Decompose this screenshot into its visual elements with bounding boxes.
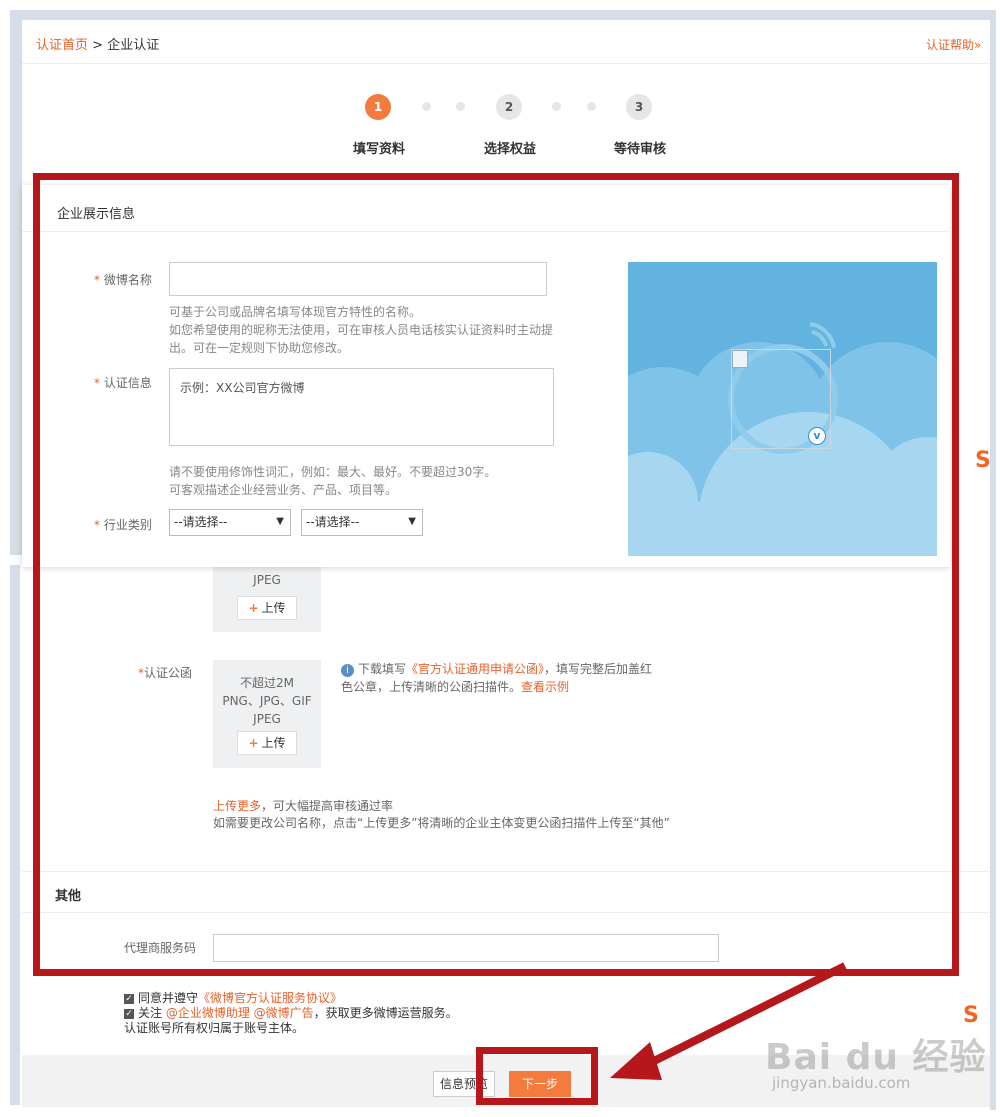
step-1-label: 填写资料 <box>353 142 406 157</box>
step-2-indicator: 2 <box>496 94 522 120</box>
breadcrumb-home-link[interactable]: 认证首页 <box>36 38 88 53</box>
annotation-button-box <box>476 1047 598 1105</box>
baidu-watermark-url: jingyan.baidu.com <box>772 1074 911 1092</box>
step-3-label: 等待审核 <box>614 142 667 157</box>
window-frame-left-lower <box>10 565 20 1105</box>
window-frame-left <box>10 20 22 555</box>
baidu-watermark-logo: Bai du 经验 <box>765 1037 987 1078</box>
sogou-logo-icon: S <box>963 1003 979 1028</box>
service-agreement-link[interactable]: 《微博官方认证服务协议》 <box>198 991 342 1005</box>
agree-checkbox[interactable]: ✓ <box>124 993 134 1004</box>
follow-row: ✓ 关注 @企业微博助理 @微博广告，获取更多微博运营服务。 <box>124 1006 458 1020</box>
step-connector-dot <box>456 102 465 111</box>
step-2-label: 选择权益 <box>484 142 537 157</box>
window-frame-top <box>10 10 990 20</box>
window-frame-right <box>990 10 996 1110</box>
agreements: ✓ 同意并遵守《微博官方认证服务协议》 ✓ 关注 @企业微博助理 @微博广告，获取更… <box>124 991 458 1036</box>
breadcrumb-separator: > <box>88 38 108 53</box>
step-1-indicator: 1 <box>365 94 391 120</box>
step-connector-dot <box>587 102 596 111</box>
header-divider <box>22 63 990 64</box>
ownership-note: 认证账号所有权归属于账号主体。 <box>124 1021 305 1035</box>
follow-accounts-link[interactable]: @企业微博助理 @微博广告 <box>166 1006 314 1020</box>
step-connector-dot <box>422 102 431 111</box>
agree-row: ✓ 同意并遵守《微博官方认证服务协议》 <box>124 991 343 1005</box>
breadcrumb: 认证首页 > 企业认证 <box>36 34 159 53</box>
follow-checkbox[interactable]: ✓ <box>124 1008 134 1019</box>
annotation-highlight-box <box>33 173 959 976</box>
help-link[interactable]: 认证帮助» <box>926 36 981 53</box>
step-3-indicator: 3 <box>626 94 652 120</box>
breadcrumb-current: 企业认证 <box>107 38 160 53</box>
sogou-logo-icon: S <box>975 448 991 473</box>
step-connector-dot <box>552 102 561 111</box>
